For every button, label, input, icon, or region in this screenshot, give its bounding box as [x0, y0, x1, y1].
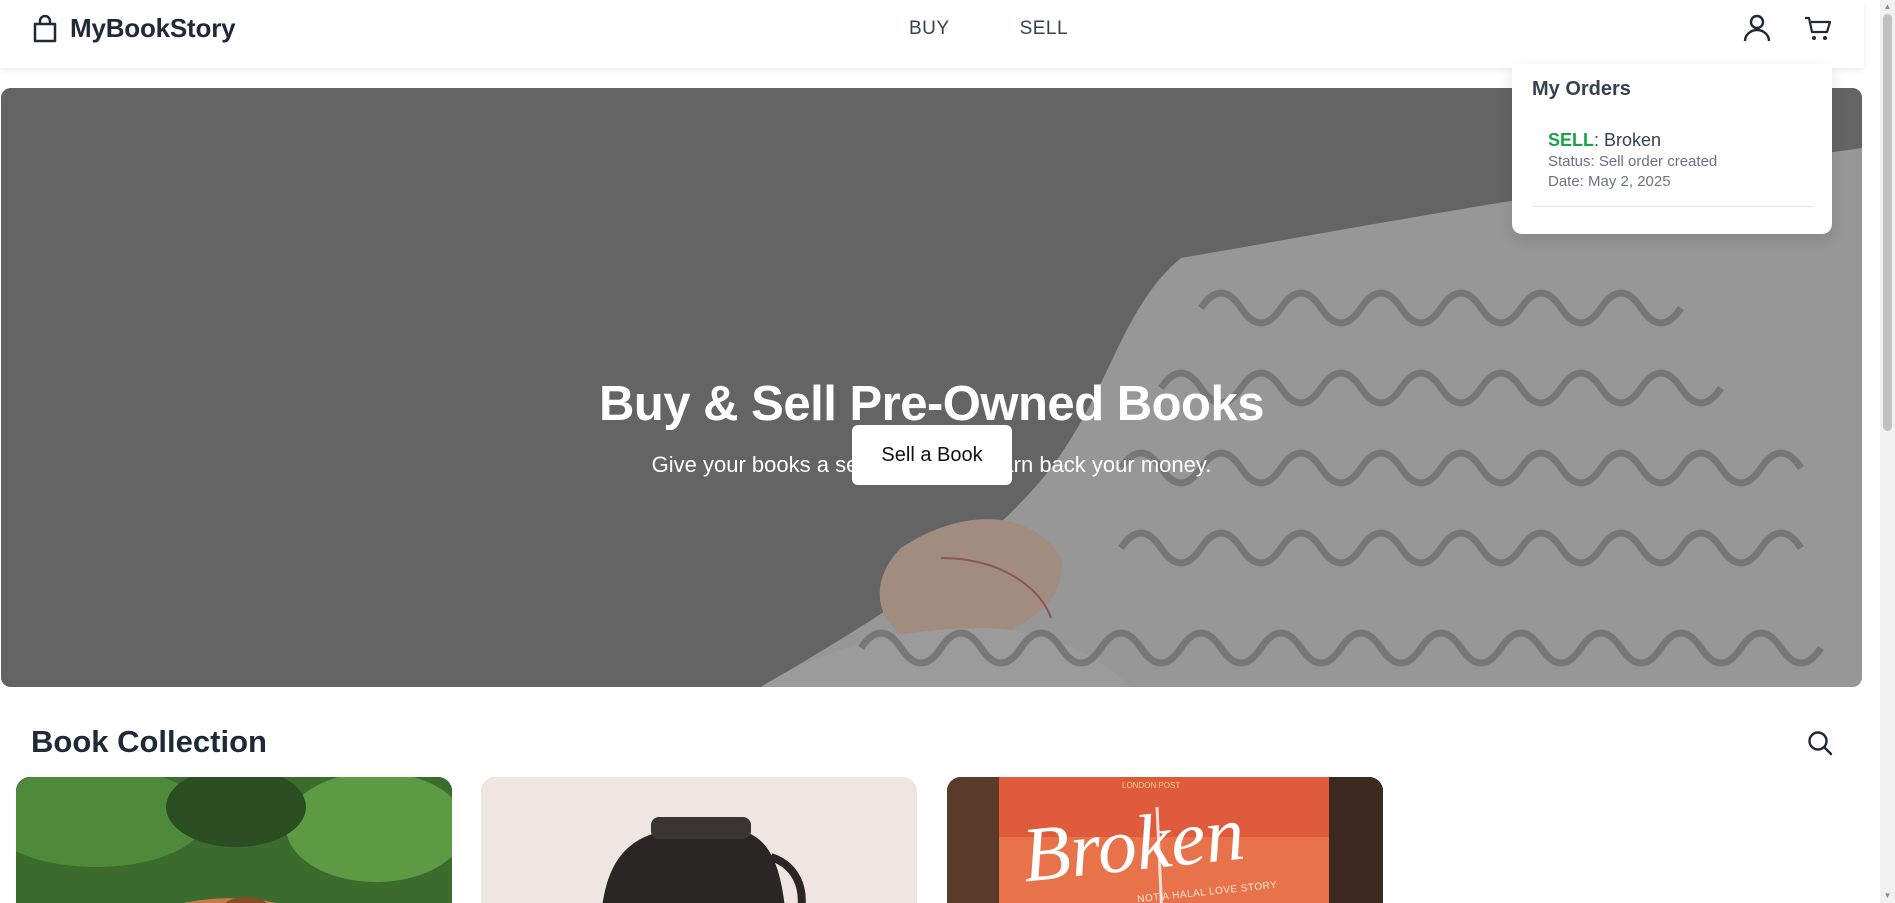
- hero-title: Buy & Sell Pre-Owned Books: [599, 377, 1265, 431]
- order-type: SELL: [1548, 130, 1595, 150]
- book-card-bag[interactable]: [481, 777, 917, 903]
- main-nav: BUY SELL: [909, 18, 1068, 40]
- order-summary: SELL: Broken: [1548, 130, 1814, 151]
- book-image-bag: [481, 777, 917, 903]
- cart-icon[interactable]: [1803, 13, 1833, 43]
- book-card-plant[interactable]: [16, 777, 452, 903]
- scroll-down-arrow-icon[interactable]: ▼: [1882, 891, 1893, 901]
- nav-buy[interactable]: BUY: [909, 18, 950, 40]
- order-item[interactable]: SELL: Broken Status: Sell order created …: [1532, 130, 1814, 207]
- order-date: Date: May 2, 2025: [1548, 173, 1671, 190]
- order-book: : Broken: [1594, 130, 1662, 150]
- search-icon[interactable]: [1806, 729, 1834, 757]
- scrollbar-thumb[interactable]: [1883, 14, 1892, 431]
- cover-top-text: LONDON POST: [1122, 781, 1181, 790]
- scroll-up-arrow-icon[interactable]: ▲: [1882, 2, 1893, 12]
- order-status: Status: Sell order created: [1548, 153, 1718, 170]
- top-header: MyBookStory BUY SELL: [0, 0, 1864, 68]
- nav-sell[interactable]: SELL: [1020, 18, 1068, 40]
- sell-a-book-button[interactable]: Sell a Book: [852, 425, 1012, 485]
- orders-title: My Orders: [1532, 78, 1631, 100]
- orders-dropdown: My Orders SELL: Broken Status: Sell orde…: [1512, 64, 1832, 234]
- brand-name: MyBookStory: [70, 13, 236, 43]
- shopping-bag-icon: [33, 14, 57, 42]
- page-scrollbar[interactable]: ▲ ▼: [1880, 0, 1895, 903]
- collection-title: Book Collection: [31, 724, 267, 759]
- book-card-broken[interactable]: LONDON POST Broken NOT A HALAL LOVE STOR…: [947, 777, 1383, 903]
- brand-logo[interactable]: MyBookStory: [32, 13, 236, 44]
- book-image-plant: [16, 777, 452, 903]
- user-icon[interactable]: [1742, 13, 1772, 43]
